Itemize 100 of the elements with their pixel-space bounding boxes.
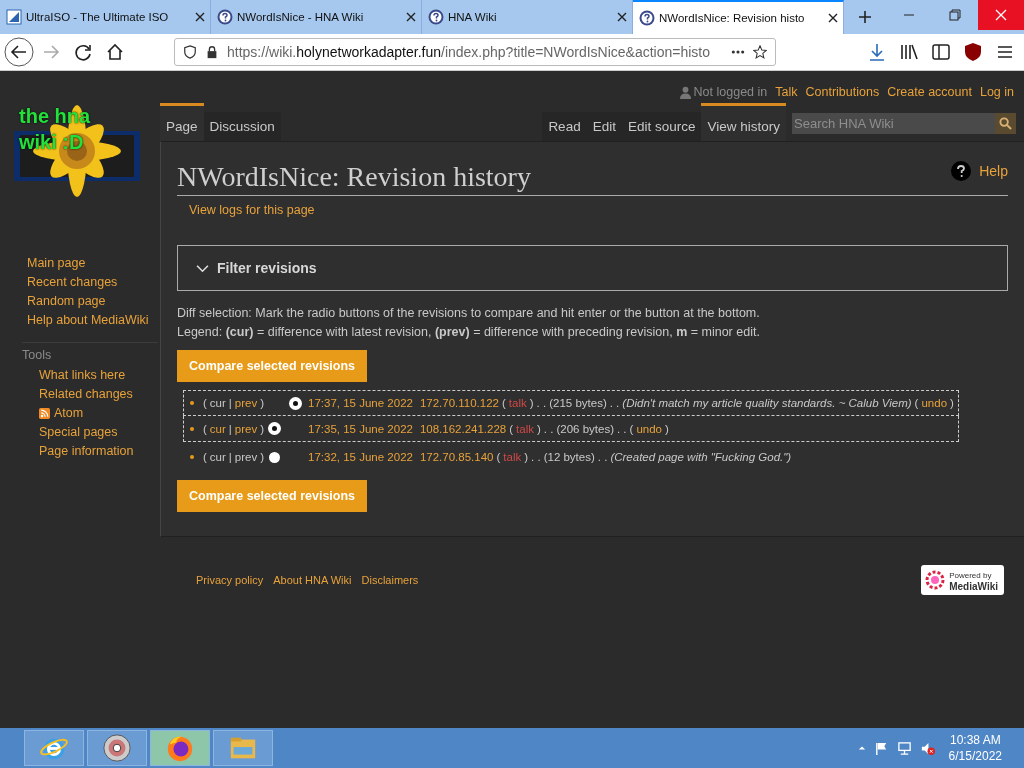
bullet-icon (190, 401, 194, 405)
punctuation: ) (950, 396, 954, 410)
personal-link[interactable]: Log in (979, 85, 1014, 99)
tab-title: UltraISO - The Ultimate ISO (26, 11, 170, 23)
star-icon[interactable] (753, 45, 767, 59)
new-tab-icon[interactable] (858, 10, 872, 24)
bullet-icon (190, 426, 194, 431)
punctuation: ) (524, 450, 529, 464)
punctuation: | (228, 396, 232, 410)
revision-link[interactable]: undo (636, 421, 662, 436)
punctuation: ) (537, 421, 541, 436)
radio-button[interactable] (269, 451, 281, 463)
search-button[interactable] (995, 113, 1016, 134)
user-link[interactable]: 172.70.85.140 (419, 450, 494, 464)
close-icon[interactable] (617, 12, 627, 22)
flag-icon[interactable] (873, 740, 889, 756)
taskbar-app[interactable] (150, 730, 210, 766)
close-icon[interactable] (828, 13, 838, 23)
clock[interactable]: 10:38 AM 6/15/2022 (948, 732, 1002, 764)
page-tab[interactable]: Discussion (203, 112, 281, 141)
revision-link[interactable]: cur (209, 421, 226, 436)
back-icon[interactable] (4, 37, 34, 67)
login-status: Not logged in (693, 85, 768, 99)
revision-date-link[interactable]: 17:37, 15 June 2022 (308, 396, 413, 410)
punctuation: . . (531, 450, 541, 464)
punctuation: ) (529, 396, 534, 410)
taskbar-app[interactable] (24, 730, 84, 766)
tab-title: NWordIsNice: Revision histo (659, 12, 806, 24)
view-tab[interactable]: View history (701, 103, 786, 141)
punctuation: ( (496, 450, 501, 464)
help-link[interactable]: Help (979, 163, 1008, 179)
help-icon (428, 9, 444, 25)
search-field[interactable]: Search HNA Wiki (792, 113, 995, 134)
revision-text: (12 bytes) (543, 450, 595, 464)
sidebar-link[interactable]: Main page (27, 255, 160, 271)
sidebar-link[interactable]: Recent changes (27, 274, 160, 290)
punctuation: ) (260, 421, 265, 436)
powered-by-badge[interactable]: Powered by MediaWiki (921, 565, 1004, 595)
sidebar-link[interactable]: Atom (54, 405, 84, 421)
punctuation: ) (665, 421, 669, 436)
punctuation: ( (203, 396, 207, 410)
sidebar-link[interactable]: Help about MediaWiki (27, 312, 160, 328)
sidebar-link[interactable]: Special pages (39, 424, 118, 440)
revision-text: cur (209, 450, 226, 464)
browser-tab[interactable]: NWordIsNice: Revision histo (633, 0, 844, 34)
revision-text: (206 bytes) (556, 421, 614, 436)
badge-text: Powered by MediaWiki (949, 569, 998, 592)
address-bar[interactable]: https://wiki.holynetworkadapter.fun/index.php?title=NWordIsNice&action=histo (174, 38, 776, 66)
filter-panel[interactable]: Filter revisions (177, 245, 1008, 291)
revision-link[interactable]: undo (921, 396, 948, 410)
radio-button[interactable] (290, 397, 302, 409)
personal-link[interactable]: Create account (887, 85, 972, 99)
search-icon (999, 117, 1012, 130)
chevron-icon (196, 263, 209, 273)
revision-link[interactable]: prev (234, 396, 258, 410)
help-icon (639, 10, 655, 26)
punctuation: . . (609, 396, 620, 410)
tools-heading: Tools (22, 342, 158, 362)
user-link[interactable]: 108.162.241.228 (419, 421, 507, 436)
personal-link[interactable]: Talk (775, 85, 798, 99)
legend: Legend: (cur) = difference with latest revision, (prev) = difference with preceding revision, m = minor edit. (177, 323, 1008, 342)
revision-text: prev (234, 450, 258, 464)
network-icon[interactable] (896, 740, 912, 756)
shield-icon (183, 45, 197, 59)
sidebar-link[interactable]: Page information (39, 443, 134, 459)
close-icon[interactable] (406, 12, 416, 22)
sidebar-link[interactable]: Random page (27, 293, 160, 309)
view-logs-link[interactable]: View logs for this page (189, 203, 315, 217)
punctuation: . . (597, 450, 608, 464)
revision-date-link[interactable]: 17:32, 15 June 2022 (308, 450, 413, 464)
disc-icon (102, 733, 132, 763)
page-tab[interactable]: Page (160, 103, 204, 141)
punctuation: ) (260, 450, 265, 464)
radio-button[interactable] (269, 423, 281, 434)
close-icon[interactable] (195, 12, 205, 22)
personal-link[interactable]: Contributions (805, 85, 880, 99)
filter-label: Filter revisions (217, 260, 317, 276)
punctuation: ( (203, 450, 207, 464)
view-tab[interactable]: Read (542, 112, 587, 141)
show-hidden-icon[interactable] (857, 745, 866, 751)
revision-date-link[interactable]: 17:35, 15 June 2022 (308, 421, 413, 436)
revision-link[interactable]: prev (234, 421, 258, 436)
sidebar-link[interactable]: Related changes (39, 386, 133, 402)
rss-icon (39, 407, 50, 419)
footer-link[interactable]: About HNA Wiki (273, 574, 352, 586)
revision-text: cur (209, 396, 226, 410)
footer-link[interactable]: Disclaimers (361, 574, 419, 586)
punctuation: | (228, 450, 232, 464)
edit-summary: (Didn't match my article quality standards. ~ Calub Viem) (622, 396, 912, 410)
taskbar-app[interactable] (87, 730, 147, 766)
view-tab[interactable]: Edit (586, 112, 622, 141)
diff-instructions: Diff selection: Mark the radio buttons of the revisions to compare and hit enter or the button at the bottom. (177, 305, 761, 322)
user-link[interactable]: 172.70.110.122 (419, 396, 499, 410)
punctuation: ( (203, 421, 207, 436)
footer-link[interactable]: Privacy policy (196, 574, 264, 586)
flower-icon (925, 570, 946, 590)
punctuation: . . (543, 421, 554, 436)
sidebar-link[interactable]: What links here (39, 367, 126, 383)
punctuation: ( (914, 396, 919, 410)
view-tab[interactable]: Edit source (621, 112, 702, 141)
